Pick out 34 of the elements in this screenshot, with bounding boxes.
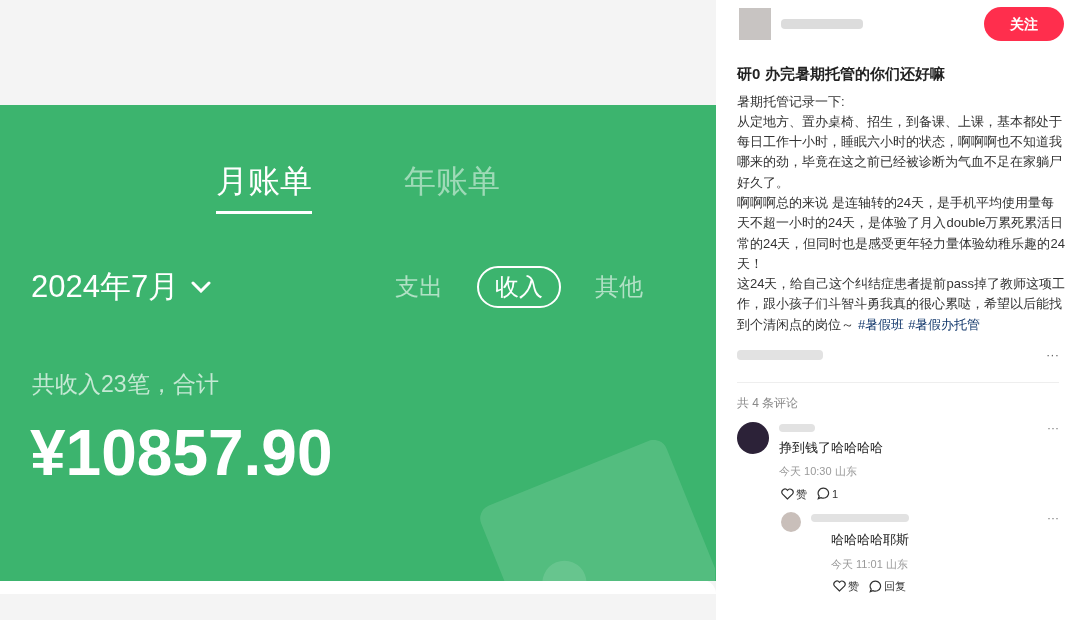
post-body-text: 啊啊啊总的来说 是连轴转的24天，是手机平均使用量每天不超一小时的24天，是体验了月入double万累死累活日常的24天，但同时也是感受更年轻力量体验幼稚乐趣的24天！ (737, 194, 1065, 273)
comment-text: 哈哈哈哈耶斯 (831, 531, 910, 550)
comment-bubble-icon (869, 579, 882, 593)
post-body-text: 这24天，给自己这个纠结症患者提前pass掉了教师这项工作，跟小孩子们斗智斗勇我真的很心累哒，希望以后能找到个清闲点的岗位～ #暑假班 #暑假办托管 (737, 275, 1065, 334)
more-button[interactable]: ··· (1046, 345, 1059, 365)
month-selector[interactable]: 2024年7月 (31, 264, 212, 311)
hashtag-link[interactable]: #暑假班 (858, 316, 905, 332)
heart-icon (781, 487, 794, 500)
blurred-username (779, 423, 815, 432)
month-tab[interactable]: 月账单 (216, 157, 312, 214)
comment-meta: 今天 11:01 山东 (831, 556, 909, 572)
comment-meta: 今天 10:30 山东 (779, 464, 858, 480)
blurred-avatar (737, 421, 769, 454)
comment-count: 共 4 条评论 (737, 394, 800, 412)
post-body-text: 暑期托管记录一下: (737, 92, 846, 111)
like-button[interactable]: 赞 (833, 578, 859, 595)
chevron-down-icon (191, 281, 212, 294)
more-button[interactable]: ··· (1047, 418, 1059, 437)
blurred-avatar (781, 512, 801, 533)
blurred-avatar (739, 8, 771, 40)
post-title: 研0 办完暑期托管的你们还好嘛 (737, 64, 946, 84)
follow-button[interactable]: 关注 (984, 7, 1064, 41)
comment-text: 挣到钱了哈哈哈哈 (779, 438, 884, 457)
income-total: ¥10857.90 (29, 421, 334, 485)
comment-bubble-icon (817, 487, 830, 501)
income-summary: 共收入23笔，合计 (31, 369, 220, 399)
filter-tab[interactable]: 收入 (477, 266, 561, 309)
reply-button[interactable]: 回复 (869, 578, 906, 595)
like-button[interactable]: 赞 (781, 485, 807, 503)
post-body-text: 从定地方、置办桌椅、招生，到备课、上课，基本都处于每日工作十小时，睡眠六小时的状态，啊啊啊也不知道我哪来的劲，毕竟在这之前已经被诊断为气血不足在家躺尸好久了。 (737, 112, 1063, 192)
reply-button[interactable]: 1 (817, 485, 839, 503)
heart-icon (833, 580, 846, 593)
more-button[interactable]: ··· (1047, 509, 1059, 528)
hashtag-link[interactable]: #暑假办托管 (908, 316, 981, 332)
